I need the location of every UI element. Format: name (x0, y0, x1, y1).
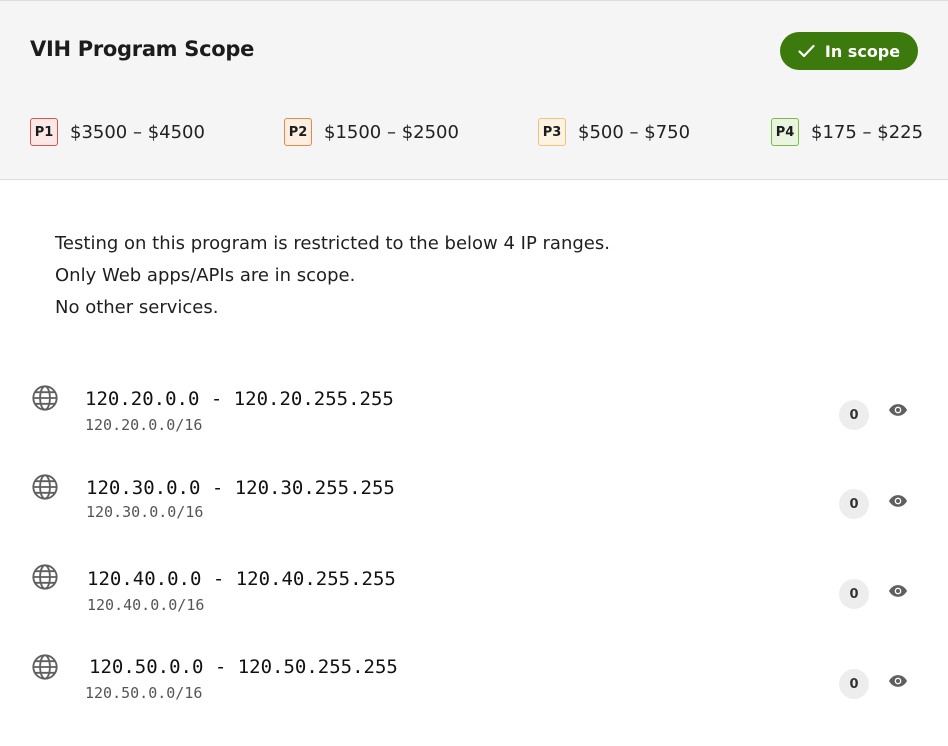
asset-cidr: 120.20.0.0/16 (85, 416, 203, 434)
asset-cidr: 120.50.0.0/16 (85, 684, 203, 702)
asset-ip-range: 120.30.0.0 - 120.30.255.255 (86, 477, 395, 499)
description-line: No other services. (55, 297, 219, 318)
asset-cidr: 120.30.0.0/16 (86, 503, 204, 521)
priority-badge-p2: P2 (284, 118, 312, 146)
scope-header: VIH Program Scope In scope P1 $3500 – $4… (0, 0, 948, 180)
scope-description: Testing on this program is restricted to… (55, 228, 610, 324)
report-count-badge: 0 (839, 669, 869, 699)
page-title: VIH Program Scope (30, 37, 255, 61)
asset-row[interactable]: 120.50.0.0 - 120.50.255.255 120.50.0.0/1… (0, 650, 948, 730)
eye-icon[interactable] (888, 493, 908, 509)
description-line: Testing on this program is restricted to… (55, 233, 610, 254)
reward-range-p1: $3500 – $4500 (70, 121, 205, 143)
globe-icon (32, 385, 58, 411)
reward-p2: P2 $1500 – $2500 (284, 117, 459, 147)
asset-row[interactable]: 120.30.0.0 - 120.30.255.255 120.30.0.0/1… (0, 470, 948, 550)
asset-ip-range: 120.20.0.0 - 120.20.255.255 (85, 388, 394, 410)
eye-icon[interactable] (888, 583, 908, 599)
priority-badge-p4: P4 (771, 118, 799, 146)
report-count-badge: 0 (839, 579, 869, 609)
reward-range-p3: $500 – $750 (578, 121, 691, 143)
asset-cidr: 120.40.0.0/16 (87, 596, 205, 614)
reward-p1: P1 $3500 – $4500 (30, 117, 205, 147)
asset-ip-range: 120.40.0.0 - 120.40.255.255 (87, 568, 396, 590)
priority-badge-p1: P1 (30, 118, 58, 146)
reward-range-p2: $1500 – $2500 (324, 121, 459, 143)
description-line: Only Web apps/APIs are in scope. (55, 265, 356, 286)
in-scope-badge: In scope (780, 32, 918, 70)
reward-p4: P4 $175 – $225 (771, 117, 923, 147)
report-count-badge: 0 (839, 400, 869, 430)
globe-icon (32, 564, 58, 590)
in-scope-label: In scope (824, 41, 901, 61)
eye-icon[interactable] (888, 402, 908, 418)
reward-range-p4: $175 – $225 (811, 121, 924, 143)
globe-icon (32, 654, 58, 680)
check-icon (798, 44, 815, 58)
report-count-badge: 0 (839, 489, 869, 519)
eye-icon[interactable] (888, 673, 908, 689)
priority-badge-p3: P3 (538, 118, 566, 146)
reward-p3: P3 $500 – $750 (538, 117, 690, 147)
asset-row[interactable]: 120.20.0.0 - 120.20.255.255 120.20.0.0/1… (0, 380, 948, 460)
asset-row[interactable]: 120.40.0.0 - 120.40.255.255 120.40.0.0/1… (0, 560, 948, 640)
globe-icon (32, 474, 58, 500)
asset-ip-range: 120.50.0.0 - 120.50.255.255 (89, 656, 398, 678)
